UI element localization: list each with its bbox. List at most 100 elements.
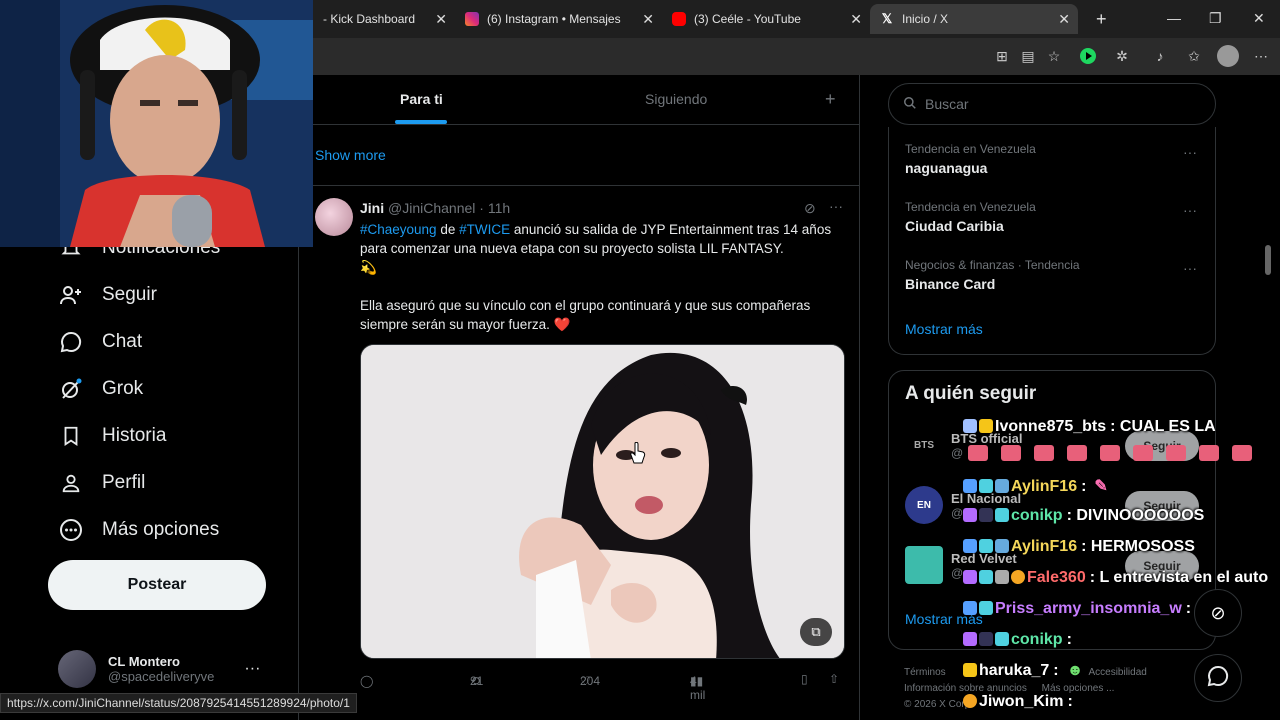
- youtube-icon: [672, 12, 686, 26]
- more-dots-icon[interactable]: ···: [1183, 202, 1197, 218]
- minimize-icon[interactable]: —: [1167, 10, 1181, 26]
- more-dots-icon[interactable]: ···: [829, 198, 843, 214]
- hashtag-link[interactable]: #TWICE: [459, 222, 510, 237]
- close-icon[interactable]: ✕: [435, 11, 447, 28]
- close-icon[interactable]: ✕: [642, 11, 654, 28]
- tab-x[interactable]: 𝕏 Inicio / X ✕: [870, 4, 1078, 34]
- close-icon[interactable]: ✕: [1058, 11, 1070, 28]
- chat-username: conikp: [1011, 631, 1063, 648]
- show-more-trends-link[interactable]: Mostrar más: [905, 321, 983, 337]
- view-count: 4 mil: [690, 674, 706, 702]
- chat-message: conikp: DIVINOOOOOOS: [963, 507, 1204, 525]
- chat-text: :: [1053, 662, 1059, 679]
- streamer-webcam: [0, 0, 313, 247]
- trend-name: Binance Card: [905, 276, 996, 292]
- play-extension-icon[interactable]: [1079, 47, 1097, 65]
- close-icon[interactable]: ✕: [850, 11, 862, 28]
- tab-instagram[interactable]: (6) Instagram • Mensajes ✕: [455, 4, 662, 34]
- tab-title: - Kick Dashboard: [323, 12, 416, 26]
- profile-handle: @spacedeliveryve: [108, 669, 215, 684]
- tab-title: Inicio / X: [902, 12, 949, 26]
- avatar: [905, 546, 943, 584]
- share-icon[interactable]: ⇧: [829, 672, 839, 686]
- image-edit-icon[interactable]: ⧉: [800, 618, 832, 646]
- trend-context: Tendencia en Venezuela: [905, 142, 1036, 156]
- tab-youtube[interactable]: (3) Ceéle - YouTube ✕: [662, 4, 870, 34]
- chat-username: Priss_army_insomnia_w: [995, 600, 1182, 617]
- badge-icon: [979, 479, 993, 493]
- extensions-icon[interactable]: ✲: [1113, 47, 1131, 65]
- badge-icon: [979, 570, 993, 584]
- reply-icon: ◯: [360, 674, 374, 688]
- tweet-author-handle[interactable]: @JiniChannel: [388, 200, 475, 216]
- bookmark-icon: [58, 423, 84, 449]
- footer-link[interactable]: Accesibilidad: [1088, 667, 1146, 678]
- footer-link[interactable]: Términos: [904, 667, 946, 678]
- new-tab-button[interactable]: +: [1086, 4, 1117, 34]
- more-dots-icon[interactable]: ···: [1183, 260, 1197, 276]
- nav-mas-opciones[interactable]: Más opciones: [58, 517, 219, 543]
- tab-para-ti[interactable]: Para ti: [400, 91, 443, 107]
- hand-cursor-icon: [630, 442, 646, 464]
- tweet[interactable]: Jini @JiniChannel · 11h ⊘ ··· #Chaeyoung…: [299, 185, 860, 720]
- scrollbar-thumb[interactable]: [1265, 245, 1271, 275]
- grok-icon[interactable]: ⊘: [804, 200, 816, 217]
- badge-icon: [1011, 570, 1025, 584]
- trend-item[interactable]: Tendencia en Venezuela Ciudad Caribia ··…: [905, 200, 1205, 234]
- maximize-icon[interactable]: ❐: [1209, 10, 1222, 27]
- badge-icon: [979, 419, 993, 433]
- tab-siguiendo[interactable]: Siguiendo: [645, 91, 707, 107]
- nav-chat[interactable]: Chat: [58, 329, 142, 355]
- chat-message: AylinF16: ✎: [963, 476, 1108, 496]
- badge-icon: [979, 632, 993, 646]
- favorites-icon[interactable]: ♪: [1151, 47, 1169, 65]
- tab-kick[interactable]: - Kick Dashboard ✕: [313, 4, 455, 34]
- chat-username: AylinF16: [1011, 478, 1078, 495]
- tab-title: (6) Instagram • Mensajes: [487, 12, 621, 26]
- grok-fab-button[interactable]: ⊘: [1194, 589, 1242, 637]
- profile-avatar-icon[interactable]: [1217, 45, 1239, 67]
- chat-text: : HERMOSOSS: [1081, 538, 1195, 555]
- tweet-time[interactable]: · 11h: [479, 200, 510, 216]
- grok-icon: ⊘: [1210, 602, 1226, 623]
- search-input[interactable]: Buscar: [888, 83, 1216, 125]
- trend-context: Negocios & finanzas · Tendencia: [905, 258, 1080, 272]
- chat-text: :: [1081, 478, 1087, 495]
- tweet-text: #Chaeyoung de #TWICE anunció su salida d…: [360, 220, 844, 334]
- chat-message: Ivonne875_bts: CUAL ES LA: [963, 418, 1216, 436]
- bookmark-icon[interactable]: ▯: [801, 672, 808, 686]
- more-dots-icon[interactable]: ···: [244, 660, 260, 678]
- chat-icon: [58, 329, 84, 355]
- more-dots-icon[interactable]: ···: [1183, 144, 1197, 160]
- avatar: [58, 650, 96, 688]
- chat-username: conikp: [1011, 507, 1063, 524]
- add-tab-icon[interactable]: +: [825, 89, 836, 110]
- nav-grok[interactable]: Grok: [58, 376, 143, 402]
- nav-seguir[interactable]: Seguir: [58, 282, 157, 308]
- tweet-photo[interactable]: ⧉: [360, 344, 845, 659]
- badge-icon: [963, 419, 977, 433]
- trend-item[interactable]: Tendencia en Venezuela naguanagua ···: [905, 142, 1205, 176]
- star-icon[interactable]: ☆: [1045, 47, 1063, 65]
- chat-message: conikp:: [963, 631, 1072, 649]
- messages-fab-button[interactable]: [1194, 654, 1242, 702]
- nav-perfil[interactable]: Perfil: [58, 470, 145, 496]
- chat-message: Jiwon_Kim:: [963, 693, 1073, 711]
- tweet-author-name[interactable]: Jini: [360, 200, 384, 216]
- chat-username: AylinF16: [1011, 538, 1078, 555]
- post-button[interactable]: Postear: [48, 560, 266, 610]
- show-more-link[interactable]: Show more: [315, 147, 386, 163]
- collections-icon[interactable]: ✩: [1185, 47, 1203, 65]
- menu-dots-icon[interactable]: ⋯: [1252, 47, 1270, 65]
- active-tab-indicator: [395, 120, 447, 124]
- trend-item[interactable]: Negocios & finanzas · Tendencia Binance …: [905, 258, 1205, 292]
- reader-icon[interactable]: ▤: [1019, 47, 1037, 65]
- nav-historia[interactable]: Historia: [58, 423, 166, 449]
- hashtag-link[interactable]: #Chaeyoung: [360, 222, 437, 237]
- chat-message: haruka_7: ☻: [963, 662, 1083, 680]
- apps-icon[interactable]: ⊞: [993, 47, 1011, 65]
- avatar[interactable]: [315, 198, 353, 236]
- account-switcher[interactable]: CL Montero @spacedeliveryve ···: [58, 650, 260, 688]
- window-close-icon[interactable]: ✕: [1253, 10, 1265, 27]
- retweet-count: 21: [470, 674, 484, 688]
